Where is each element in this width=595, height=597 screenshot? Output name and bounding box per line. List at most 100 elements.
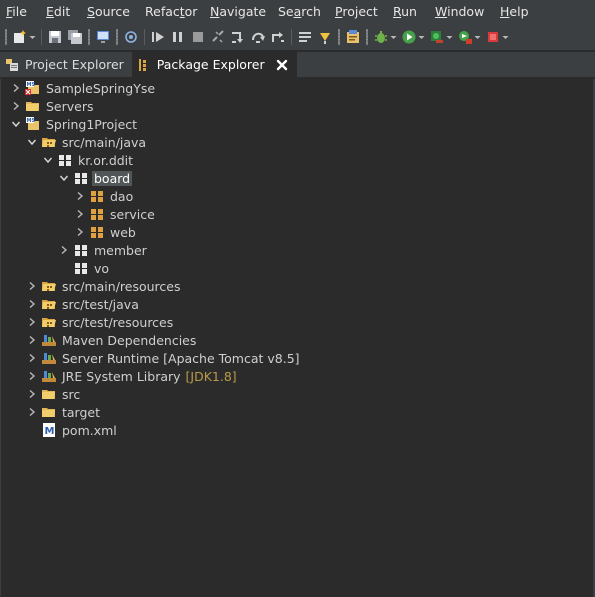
tree-item-label: target	[62, 404, 101, 420]
menu-item[interactable]: Edit	[46, 4, 70, 19]
open-task-icon[interactable]	[345, 29, 361, 45]
dropdown-arrow-icon[interactable]	[474, 29, 481, 45]
skip-breakpoints-icon[interactable]	[123, 29, 139, 45]
tree-item[interactable]: JRE System Library [JDK1.8]	[26, 367, 237, 385]
tree-item[interactable]: Mpom.xml	[26, 421, 119, 439]
dropdown-arrow-icon[interactable]	[418, 29, 425, 45]
chevron-right-icon[interactable]	[26, 385, 38, 403]
dropdown-arrow-icon[interactable]	[446, 29, 453, 45]
tree-item[interactable]: Servers	[10, 97, 96, 115]
toolbar-grip[interactable]	[338, 29, 340, 45]
svg-text:MS: MS	[27, 82, 36, 88]
menu-item[interactable]: Project	[335, 4, 378, 19]
tree-item-label: Spring1Project	[46, 116, 138, 132]
stop-server-icon[interactable]	[485, 29, 501, 45]
toolbar-grip[interactable]	[88, 29, 90, 45]
menu-mnemonic: R	[393, 4, 402, 19]
chevron-right-icon[interactable]	[10, 79, 22, 97]
tree-item[interactable]: src/test/java	[26, 295, 141, 313]
step-return-icon[interactable]	[270, 29, 286, 45]
debug-icon[interactable]	[373, 29, 389, 45]
chevron-right-icon[interactable]	[26, 295, 38, 313]
menu-item[interactable]: Window	[435, 4, 484, 19]
tree-item[interactable]: service	[74, 205, 157, 223]
tree-item-label: dao	[110, 188, 134, 204]
menu-item[interactable]: File	[6, 4, 27, 19]
tree-item[interactable]: MS Spring1Project	[10, 115, 139, 133]
tree-item-label: src/main/java	[62, 134, 147, 150]
chevron-down-icon[interactable]	[58, 169, 70, 187]
tree-item[interactable]: vo	[58, 259, 111, 277]
chevron-right-icon[interactable]	[26, 331, 38, 349]
disconnect-icon[interactable]	[210, 29, 226, 45]
tab-package-explorer[interactable]: Package Explorer	[131, 52, 297, 77]
tree-item-label: pom.xml	[62, 422, 117, 438]
chevron-down-icon[interactable]	[10, 115, 22, 133]
new-icon[interactable]	[12, 29, 28, 45]
tree-item[interactable]: dao	[74, 187, 135, 205]
next-annotation-icon[interactable]	[317, 29, 333, 45]
console-icon[interactable]	[95, 29, 111, 45]
tree-item[interactable]: src/test/resources	[26, 313, 175, 331]
tab-project-explorer[interactable]: Project Explorer	[0, 52, 132, 77]
step-into-icon[interactable]	[230, 29, 246, 45]
step-over-icon[interactable]	[250, 29, 266, 45]
run-last-icon[interactable]	[429, 29, 445, 45]
folder-icon	[25, 98, 41, 114]
chevron-right-icon[interactable]	[74, 187, 86, 205]
menu-item[interactable]: Run	[393, 4, 417, 19]
chevron-down-icon[interactable]	[42, 151, 54, 169]
tree-item[interactable]: member	[58, 241, 149, 259]
source-folder-icon	[41, 314, 57, 330]
package-icon	[73, 242, 89, 258]
menu-item[interactable]: Navigate	[210, 4, 266, 19]
tree-item[interactable]: src/main/resources	[26, 277, 182, 295]
save-icon[interactable]	[47, 29, 63, 45]
tree-item[interactable]: Server Runtime [Apache Tomcat v8.5]	[26, 349, 302, 367]
close-icon[interactable]	[275, 58, 289, 72]
coverage-icon[interactable]	[457, 29, 473, 45]
chevron-right-icon[interactable]	[74, 205, 86, 223]
chevron-right-icon[interactable]	[74, 223, 86, 241]
tree-item[interactable]: src	[26, 385, 82, 403]
chevron-right-icon[interactable]	[58, 241, 70, 259]
dropdown-arrow-icon[interactable]	[390, 29, 397, 45]
chevron-right-icon[interactable]	[26, 403, 38, 421]
terminate-icon[interactable]	[190, 29, 206, 45]
menu-item[interactable]: Search	[278, 4, 321, 19]
tree-item[interactable]: board	[58, 169, 133, 187]
chevron-right-icon[interactable]	[26, 313, 38, 331]
chevron-right-icon[interactable]	[10, 97, 22, 115]
tree-item[interactable]: target	[26, 403, 102, 421]
save-all-icon[interactable]	[67, 29, 83, 45]
dropdown-arrow-icon[interactable]	[29, 29, 36, 45]
project-explorer-icon	[4, 57, 20, 73]
tree-item[interactable]: src/main/java	[26, 133, 148, 151]
chevron-right-icon[interactable]	[26, 277, 38, 295]
chevron-down-icon[interactable]	[26, 133, 38, 151]
menu-item[interactable]: Help	[500, 4, 529, 19]
menu-item[interactable]: Source	[87, 4, 130, 19]
source-folder-icon	[41, 278, 57, 294]
resume-icon[interactable]	[150, 29, 166, 45]
dropdown-arrow-icon[interactable]	[502, 29, 509, 45]
chevron-right-icon[interactable]	[26, 349, 38, 367]
chevron-right-icon[interactable]	[26, 367, 38, 385]
menu-mnemonic: N	[210, 4, 220, 19]
toolbar-grip[interactable]	[5, 29, 7, 45]
toolbar-grip[interactable]	[116, 29, 118, 45]
toggle-word-wrap-icon[interactable]	[297, 29, 313, 45]
package-icon	[57, 152, 73, 168]
toolbar-separator	[41, 29, 42, 45]
suspend-icon[interactable]	[170, 29, 186, 45]
menu-item[interactable]: Refactor	[145, 4, 197, 19]
tree-item[interactable]: Maven Dependencies	[26, 331, 198, 349]
menu-item-rest: ource	[94, 4, 130, 19]
run-icon[interactable]	[401, 29, 417, 45]
tree-item-label: JRE System Library	[62, 368, 181, 384]
toolbar-grip[interactable]	[366, 29, 368, 45]
tree-item[interactable]: web	[74, 223, 138, 241]
tree-item[interactable]: MS SampleSpringYse	[10, 79, 157, 97]
menu-item-prefix: Refac	[145, 4, 180, 19]
tree-item[interactable]: kr.or.ddit	[42, 151, 135, 169]
